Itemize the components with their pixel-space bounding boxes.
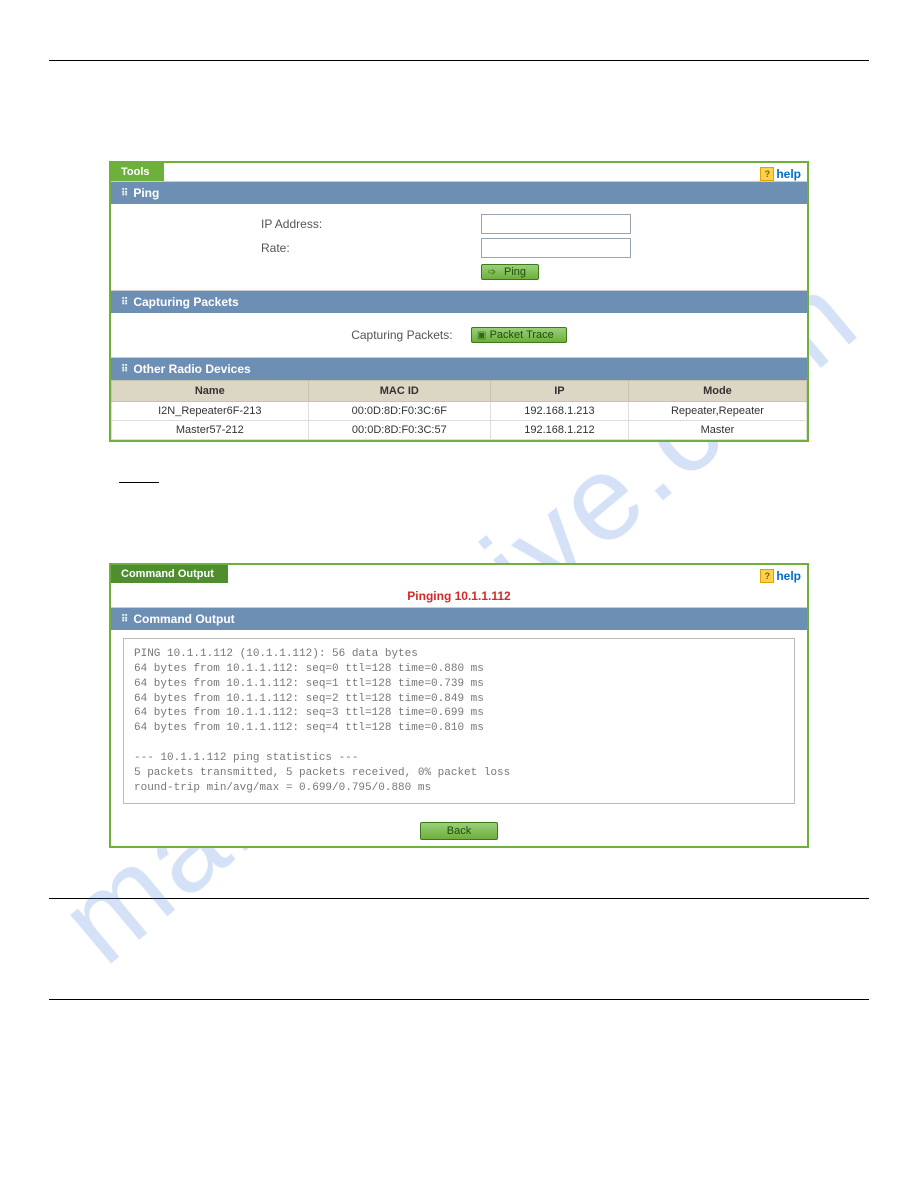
ip-address-label: IP Address:	[121, 217, 481, 231]
ping-button[interactable]: ➩ Ping	[481, 264, 539, 280]
command-output-text: PING 10.1.1.112 (10.1.1.112): 56 data by…	[123, 638, 795, 804]
command-output-panel: Command Output ? help Pinging 10.1.1.112…	[109, 563, 809, 848]
col-mode: Mode	[628, 381, 806, 402]
tools-panel-header: Tools ? help	[111, 163, 807, 181]
back-button[interactable]: Back	[420, 822, 498, 840]
bottom-rule-2	[49, 999, 869, 1000]
col-name: Name	[112, 381, 309, 402]
output-section-header: ⠿ Command Output	[111, 607, 807, 630]
help-link[interactable]: ? help	[760, 165, 807, 181]
bottom-rule-1	[49, 898, 869, 899]
devices-section-header: ⠿ Other Radio Devices	[111, 357, 807, 380]
tools-tab: Tools	[111, 163, 164, 181]
packet-trace-label: Packet Trace	[490, 329, 554, 341]
capture-form: Capturing Packets: ▣ Packet Trace	[111, 313, 807, 357]
cell-mode: Repeater,Repeater	[628, 402, 806, 421]
ping-button-label: Ping	[504, 266, 526, 278]
rate-label: Rate:	[121, 241, 481, 255]
capture-icon: ▣	[476, 330, 488, 342]
cell-mac: 00:0D:8D:F0:3C:6F	[308, 402, 490, 421]
col-mac: MAC ID	[308, 381, 490, 402]
short-underline	[119, 482, 159, 483]
help-icon: ?	[760, 167, 774, 181]
devices-section-title: Other Radio Devices	[133, 362, 250, 376]
devices-table: Name MAC ID IP Mode I2N_Repeater6F-213 0…	[111, 380, 807, 440]
table-row: Master57-212 00:0D:8D:F0:3C:57 192.168.1…	[112, 421, 807, 440]
help-link[interactable]: ? help	[760, 567, 807, 583]
capture-label: Capturing Packets:	[351, 328, 452, 342]
cell-name: Master57-212	[112, 421, 309, 440]
ping-section-title: Ping	[133, 186, 159, 200]
cell-ip: 192.168.1.212	[491, 421, 629, 440]
command-output-tab: Command Output	[111, 565, 228, 583]
rate-input[interactable]	[481, 238, 631, 258]
cell-name: I2N_Repeater6F-213	[112, 402, 309, 421]
help-icon: ?	[760, 569, 774, 583]
help-text: help	[776, 569, 801, 583]
drag-dots-icon: ⠿	[121, 188, 127, 199]
drag-dots-icon: ⠿	[121, 297, 127, 308]
arrow-right-icon: ➩	[486, 267, 498, 279]
ping-form: IP Address: Rate: ➩ Ping	[111, 204, 807, 290]
packet-trace-button[interactable]: ▣ Packet Trace	[471, 327, 567, 343]
drag-dots-icon: ⠿	[121, 614, 127, 625]
output-panel-header: Command Output ? help	[111, 565, 807, 583]
cell-ip: 192.168.1.213	[491, 402, 629, 421]
capture-section-header: ⠿ Capturing Packets	[111, 290, 807, 313]
tools-panel: Tools ? help ⠿ Ping IP Address: Rate: ➩	[109, 161, 809, 442]
help-text: help	[776, 167, 801, 181]
output-section-title: Command Output	[133, 612, 234, 626]
ip-address-input[interactable]	[481, 214, 631, 234]
capture-section-title: Capturing Packets	[133, 295, 238, 309]
output-area: PING 10.1.1.112 (10.1.1.112): 56 data by…	[111, 630, 807, 814]
ping-section-header: ⠿ Ping	[111, 181, 807, 204]
cell-mode: Master	[628, 421, 806, 440]
col-ip: IP	[491, 381, 629, 402]
drag-dots-icon: ⠿	[121, 364, 127, 375]
table-row: I2N_Repeater6F-213 00:0D:8D:F0:3C:6F 192…	[112, 402, 807, 421]
pinging-status: Pinging 10.1.1.112	[111, 583, 807, 607]
cell-mac: 00:0D:8D:F0:3C:57	[308, 421, 490, 440]
top-rule	[49, 60, 869, 61]
